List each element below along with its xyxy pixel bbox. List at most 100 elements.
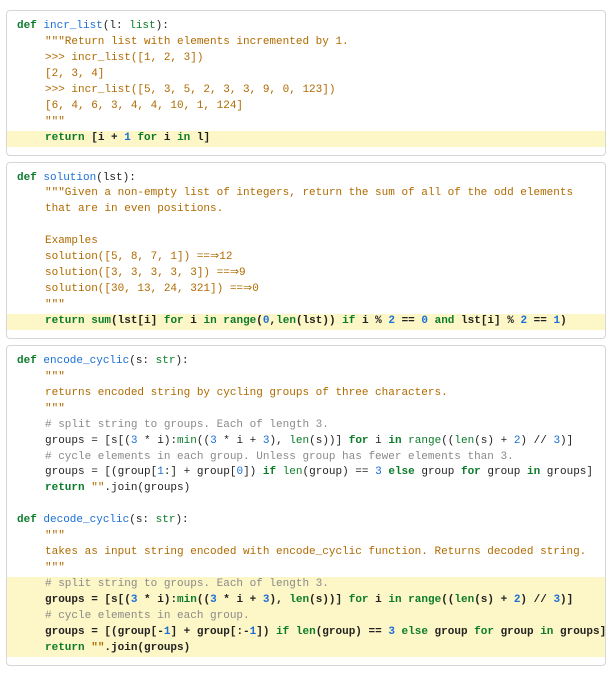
code-token: """ bbox=[45, 562, 65, 574]
code-line: """Given a non-empty list of integers, r… bbox=[17, 186, 595, 202]
code-token: incr_list bbox=[43, 20, 102, 32]
code-line: that are in even positions. bbox=[17, 202, 595, 218]
code-line: groups = [s[(3 * i):min((3 * i + 3), len… bbox=[7, 593, 605, 609]
code-token: sum bbox=[91, 315, 111, 327]
code-token: for bbox=[461, 466, 481, 478]
code-token bbox=[428, 315, 435, 327]
code-token: ): bbox=[175, 355, 188, 367]
code-token: solution([30, 13, 24, 321]) ==⇒0 bbox=[45, 283, 259, 295]
code-line: return "".join(groups) bbox=[7, 641, 605, 657]
code-token: (lst[i] bbox=[111, 315, 164, 327]
code-line: solution([3, 3, 3, 3, 3]) ==⇒9 bbox=[17, 266, 595, 282]
code-token: )] bbox=[560, 594, 573, 606]
code-line: def solution(lst): bbox=[17, 171, 595, 187]
code-token: groups = [s[( bbox=[45, 594, 131, 606]
code-token: len bbox=[289, 435, 309, 447]
code-token: ), bbox=[270, 435, 290, 447]
code-token: returns encoded string by cycling groups… bbox=[45, 387, 448, 399]
code-token: i bbox=[184, 315, 204, 327]
code-token: 0 bbox=[263, 315, 270, 327]
code-token: def bbox=[17, 172, 43, 184]
code-figure: def incr_list(l: list):"""Return list wi… bbox=[0, 0, 612, 676]
code-token: str bbox=[156, 514, 176, 526]
code-token: 0 bbox=[421, 315, 428, 327]
code-token: 3 bbox=[210, 594, 217, 606]
code-token: (s))] bbox=[309, 435, 349, 447]
code-token: ( bbox=[256, 315, 263, 327]
code-token: """ bbox=[45, 116, 65, 128]
code-token: # cycle elements in each group. bbox=[45, 610, 250, 622]
code-token: in bbox=[203, 315, 223, 327]
code-token: i bbox=[369, 435, 389, 447]
code-line: # cycle elements in each group. bbox=[7, 609, 605, 625]
code-token: """Given a non-empty list of integers, r… bbox=[45, 187, 573, 199]
code-token: >>> incr_list([1, 2, 3]) bbox=[45, 52, 203, 64]
code-token: ): bbox=[156, 20, 169, 32]
code-line: """ bbox=[17, 298, 595, 314]
code-token: group bbox=[481, 466, 527, 478]
code-token: ) bbox=[560, 315, 567, 327]
code-token: """Return list with elements incremented… bbox=[45, 36, 349, 48]
code-panel-2: def encode_cyclic(s: str): """ returns enc… bbox=[6, 345, 606, 666]
code-line: [2, 3, 4] bbox=[17, 67, 595, 83]
code-token: (( bbox=[441, 435, 454, 447]
code-token: return bbox=[45, 482, 91, 494]
code-token: for bbox=[137, 132, 157, 144]
code-line: def incr_list(l: list): bbox=[17, 19, 595, 35]
code-line: groups = [(group[-1] + group[:-1]) if le… bbox=[7, 625, 605, 641]
code-token: i bbox=[157, 132, 177, 144]
code-token: ) // bbox=[520, 435, 553, 447]
code-line: Examples bbox=[17, 234, 595, 250]
code-token: lst[i] % bbox=[454, 315, 520, 327]
code-line: # cycle elements in each group. Unless g… bbox=[17, 450, 595, 466]
code-panel-1: def solution(lst):"""Given a non-empty l… bbox=[6, 162, 606, 339]
code-token: (l: bbox=[103, 20, 129, 32]
code-token: min bbox=[177, 594, 197, 606]
code-token: * i): bbox=[137, 435, 177, 447]
code-block: def incr_list(l: list):"""Return list wi… bbox=[17, 19, 595, 147]
code-token: solution bbox=[43, 172, 96, 184]
code-line: [6, 4, 6, 3, 4, 4, 10, 1, 124] bbox=[17, 99, 595, 115]
code-line bbox=[17, 218, 595, 234]
code-token: [6, 4, 6, 3, 4, 4, 10, 1, 124] bbox=[45, 100, 243, 112]
code-token: min bbox=[177, 435, 197, 447]
code-token: i % bbox=[355, 315, 388, 327]
code-token: list bbox=[129, 20, 155, 32]
code-token: (s: bbox=[129, 355, 155, 367]
code-token: solution([3, 3, 3, 3, 3]) ==⇒9 bbox=[45, 267, 246, 279]
code-token: len bbox=[276, 315, 296, 327]
code-token: if bbox=[263, 466, 283, 478]
code-token: range bbox=[408, 435, 441, 447]
code-token: for bbox=[349, 435, 369, 447]
code-token: 1 bbox=[124, 132, 131, 144]
code-token: Examples bbox=[45, 235, 98, 247]
code-token: .join(groups) bbox=[104, 482, 190, 494]
code-token: [2, 3, 4] bbox=[45, 68, 104, 80]
code-token: else bbox=[388, 466, 414, 478]
code-token: return bbox=[45, 132, 91, 144]
code-token: if bbox=[342, 315, 355, 327]
code-line: def encode_cyclic(s: str): bbox=[17, 354, 595, 370]
code-token: groups = [(group[ bbox=[45, 466, 157, 478]
code-token: in bbox=[388, 594, 408, 606]
code-token: (( bbox=[197, 594, 210, 606]
code-token: ), bbox=[270, 594, 290, 606]
code-token: solution([5, 8, 7, 1]) ==⇒12 bbox=[45, 251, 232, 263]
code-line: groups = [(group[1:] + group[0]) if len(… bbox=[17, 465, 595, 481]
code-token: == bbox=[395, 315, 421, 327]
code-line: returns encoded string by cycling groups… bbox=[17, 386, 595, 402]
code-token: len bbox=[283, 466, 303, 478]
code-line: >>> incr_list([5, 3, 5, 2, 3, 3, 9, 0, 1… bbox=[17, 83, 595, 99]
code-token: * i + bbox=[217, 594, 263, 606]
code-token: .join(groups) bbox=[104, 642, 190, 654]
code-line: solution([30, 13, 24, 321]) ==⇒0 bbox=[17, 282, 595, 298]
code-line: return "".join(groups) bbox=[17, 481, 595, 497]
code-token: """ bbox=[45, 403, 65, 415]
code-token: 3 bbox=[263, 435, 270, 447]
code-token: return bbox=[45, 642, 91, 654]
code-line: """Return list with elements incremented… bbox=[17, 35, 595, 51]
code-token: (s))] bbox=[309, 594, 349, 606]
code-line: """ bbox=[17, 529, 595, 545]
code-token: range bbox=[408, 594, 441, 606]
code-token: (( bbox=[441, 594, 454, 606]
